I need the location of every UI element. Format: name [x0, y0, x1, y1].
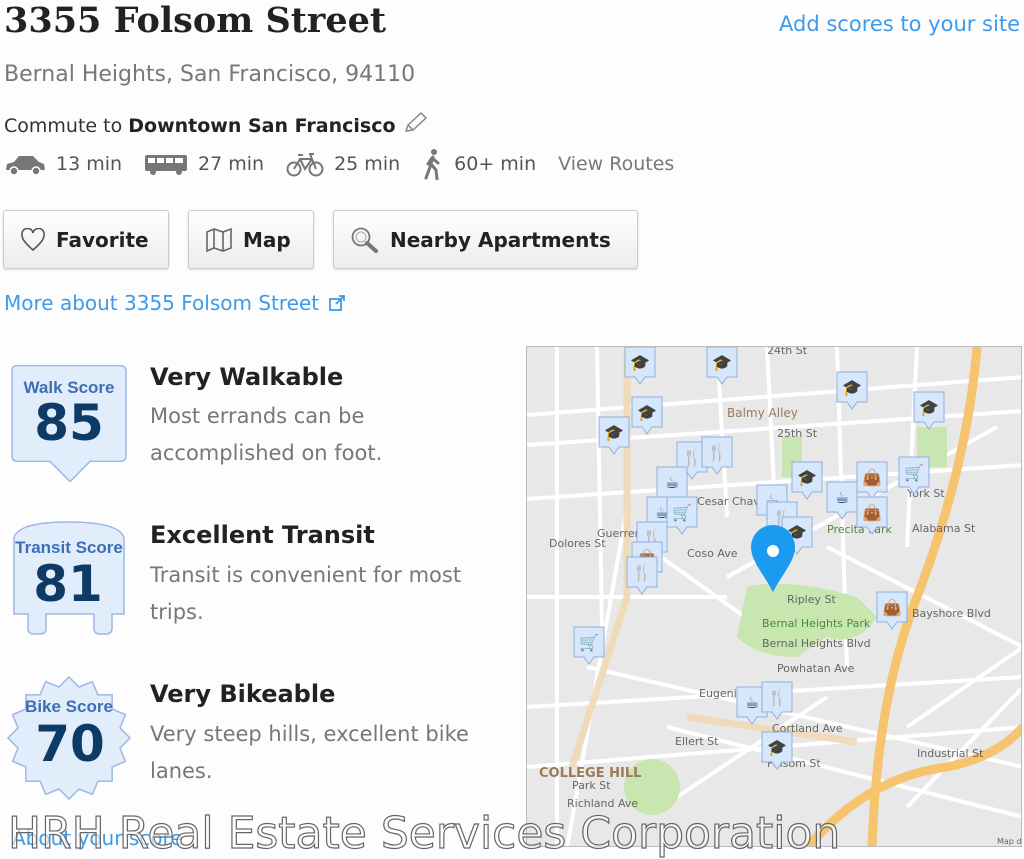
map-label: Map [243, 227, 291, 252]
bike-score-badge: Bike Score 70 [6, 675, 132, 800]
map-label: Park St [572, 779, 611, 792]
svg-text:🎓: 🎓 [797, 468, 817, 487]
bike-time: 25 min [334, 153, 401, 175]
watermark: HRH Real Estate Services Corporation [7, 807, 841, 859]
svg-text:👜: 👜 [862, 503, 882, 522]
address-subtitle: Bernal Heights, San Francisco, 94110 [4, 62, 416, 87]
svg-text:🛒: 🛒 [672, 503, 692, 522]
walk-time: 60+ min [454, 153, 537, 175]
view-routes-link[interactable]: View Routes [558, 153, 674, 175]
walk-score-badge: Walk Score 85 [11, 364, 127, 482]
map-label: Alabama St [912, 522, 976, 535]
map-label: Bayshore Blvd [912, 607, 991, 620]
commute-prefix: Commute to [4, 115, 123, 137]
map-label: 25th St [777, 427, 818, 440]
mode-car: 13 min [4, 152, 122, 176]
svg-text:☕: ☕ [665, 473, 679, 492]
commute-destination[interactable]: Downtown San Francisco [128, 115, 395, 137]
favorite-label: Favorite [56, 227, 149, 252]
bike-score-value: 70 [35, 715, 105, 773]
external-link-icon [329, 295, 346, 311]
svg-text:🎓: 🎓 [637, 403, 657, 422]
transit-score-description: Transit is convenient for most trips. [150, 563, 462, 624]
cafe-marker-icon[interactable]: ☕ [826, 481, 858, 520]
walk-score-value: 85 [34, 394, 104, 452]
svg-text:☕: ☕ [745, 693, 759, 712]
walk-score-description: Most errands can be accomplished on foot… [150, 404, 383, 465]
neighborhood-map[interactable]: 24th St 25th St Balmy Alley Cesar Chavez St… [526, 346, 1022, 847]
bike-score-heading: Very Bikeable [150, 680, 336, 708]
svg-text:☕: ☕ [835, 488, 849, 507]
svg-text:🎓: 🎓 [919, 398, 939, 417]
commute-line: Commute to Downtown San Francisco [4, 111, 428, 137]
bike-score-description: Very steep hills, excellent bike lanes. [150, 722, 469, 783]
more-about-link[interactable]: More about 3355 Folsom Street [4, 291, 349, 315]
nearby-apartments-button[interactable]: Nearby Apartments [333, 210, 638, 269]
svg-text:🍴: 🍴 [707, 443, 727, 462]
map-icon [206, 227, 232, 252]
location-pin[interactable] [751, 525, 795, 592]
school-marker-icon[interactable]: 🎓 [791, 461, 823, 500]
shop-marker-icon[interactable]: 👜 [876, 591, 908, 630]
nearby-label: Nearby Apartments [390, 227, 611, 252]
map-button[interactable]: Map [188, 210, 314, 269]
food-marker-icon[interactable]: 🍴 [626, 556, 658, 595]
car-time: 13 min [56, 153, 123, 175]
walk-score-heading: Very Walkable [150, 363, 344, 391]
svg-text:🎓: 🎓 [712, 353, 732, 372]
svg-text:🛒: 🛒 [579, 633, 599, 652]
mode-bike: 25 min [286, 151, 400, 177]
map-label: Industrial St [917, 747, 984, 760]
map-label: Balmy Alley [727, 406, 798, 420]
svg-text:👜: 👜 [862, 468, 882, 487]
map-label: Coso Ave [687, 547, 738, 560]
mode-walk: 60+ min [422, 148, 536, 180]
map-label: Ellert St [675, 735, 719, 748]
school-marker-icon[interactable]: 🎓 [631, 396, 663, 435]
map-label: Bernal Heights Park [762, 617, 871, 630]
svg-text:🛒: 🛒 [904, 463, 924, 482]
search-icon [351, 227, 378, 253]
bike-score-label: Bike Score [25, 697, 113, 716]
add-scores-link[interactable]: Add scores to your site [779, 12, 1020, 36]
cart-marker-icon[interactable]: 🛒 [666, 496, 698, 535]
map-label: 24th St [767, 347, 808, 357]
transit-score-heading: Excellent Transit [150, 521, 375, 549]
svg-text:🍴: 🍴 [767, 688, 787, 707]
svg-text:🍴: 🍴 [682, 448, 702, 467]
school-marker-icon[interactable]: 🎓 [836, 371, 868, 410]
map-label: Bernal Heights Blvd [762, 637, 871, 650]
page-title: 3355 Folsom Street [4, 0, 387, 41]
svg-text:🎓: 🎓 [767, 738, 787, 757]
map-label: Map data [997, 837, 1022, 846]
school-marker-icon[interactable]: 🎓 [706, 347, 738, 385]
svg-text:👜: 👜 [882, 598, 902, 617]
pencil-icon[interactable] [402, 111, 428, 135]
heart-icon [21, 227, 45, 251]
commute-modes: 13 min 27 min 25 min 60+ min View Routes [4, 148, 674, 180]
mode-bus: 27 min [144, 152, 264, 176]
svg-text:🎓: 🎓 [630, 353, 650, 372]
svg-text:🍴: 🍴 [632, 563, 652, 582]
transit-score-value: 81 [33, 555, 103, 613]
map-label: Ripley St [787, 593, 836, 606]
bus-time: 27 min [198, 153, 265, 175]
more-about-label: More about 3355 Folsom Street [4, 291, 320, 315]
walk-icon [424, 149, 440, 180]
shop-marker-icon[interactable]: 👜 [856, 461, 888, 500]
bus-icon [145, 155, 188, 175]
school-marker-icon[interactable]: 🎓 [913, 391, 945, 430]
svg-text:🎓: 🎓 [842, 378, 862, 397]
transit-score-badge: Transit Score 81 [13, 521, 125, 635]
favorite-button[interactable]: Favorite [3, 210, 169, 269]
car-icon [6, 156, 45, 176]
map-label: Powhatan Ave [777, 662, 855, 675]
svg-text:🎓: 🎓 [604, 423, 624, 442]
bike-icon [286, 153, 324, 177]
